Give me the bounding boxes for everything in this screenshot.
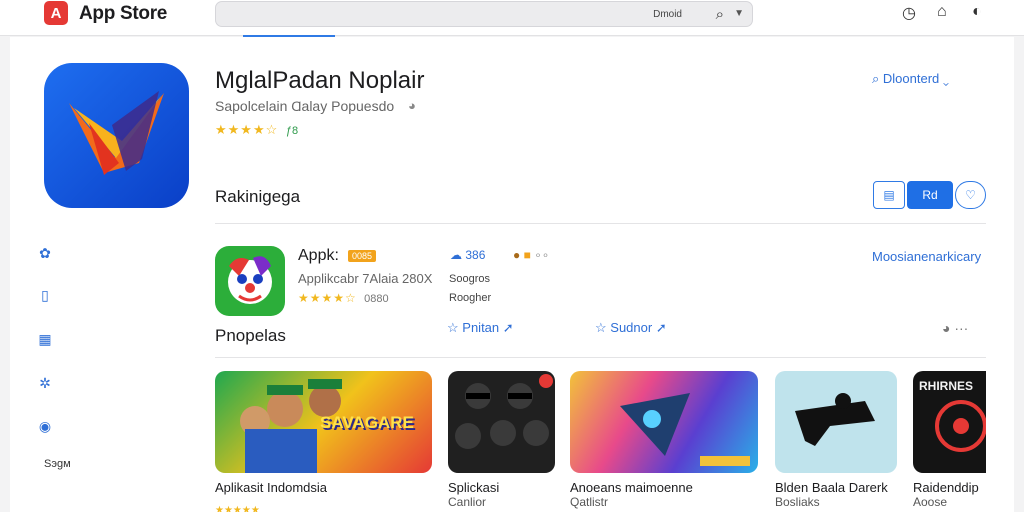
popular-card-4-subtitle: Bosliaks: [775, 495, 820, 509]
top-bar: A App Store Dmoid ⌕ ▼ ◷ ⌂ ◐: [0, 0, 1024, 36]
active-view-button[interactable]: Rd: [907, 181, 953, 209]
ranking-app-name[interactable]: Appk:: [298, 247, 339, 265]
rating-value: 0880: [364, 293, 389, 305]
cloud-icon: ☁: [450, 248, 466, 262]
star-rating: ★★★★☆: [215, 122, 279, 137]
app-store-logo[interactable]: A: [44, 1, 68, 25]
rating-value: ƒ8: [285, 125, 299, 137]
settings-icon[interactable]: ✲: [30, 375, 60, 392]
send-icon: ➚: [502, 320, 514, 335]
search-hint: Dmoid: [653, 9, 682, 20]
card-4-artwork: [795, 393, 875, 446]
theme-toggle-icon[interactable]: ◐: [972, 3, 982, 21]
meta-count-value: 386: [465, 248, 486, 262]
clown-app-logo: [228, 256, 272, 304]
popular-card-3-title[interactable]: Anoeans maimoenne: [570, 480, 693, 495]
verified-icon: ◕: [408, 98, 416, 113]
search-icon[interactable]: ⌕: [716, 6, 724, 23]
ranking-app-subtitle: Applikcabr 7Alaia 280X: [298, 271, 433, 286]
chevron-down-icon: ⌄: [942, 71, 950, 86]
featured-app-logo: [69, 91, 164, 175]
popular-card-5-subtitle: Aoose: [913, 495, 948, 509]
flower-icon[interactable]: ✿: [30, 245, 60, 262]
favorite-view-button[interactable]: ♡: [955, 181, 986, 209]
tag-icon: ■: [523, 248, 531, 262]
list-view-button[interactable]: ▤: [873, 181, 905, 209]
app-subtitle: Sapolcelain Ɑalay Popuesdo: [215, 98, 395, 114]
download-button[interactable]: ⌕ Dloonterd ⌄: [872, 71, 949, 87]
action-1-label: Pnitan: [462, 320, 500, 335]
popular-card-2[interactable]: [448, 371, 555, 473]
coin-icon: ●: [513, 248, 521, 262]
action-2-label: Sudnor: [610, 320, 653, 335]
ranking-more-link[interactable]: Moosianenarkicary: [872, 249, 981, 264]
rankings-title: Rakinigega: [215, 187, 301, 206]
search-icon: ⌕: [872, 71, 883, 86]
ranking-meta-line2: Roogher: [449, 292, 492, 304]
featured-app-icon[interactable]: [44, 63, 189, 208]
sidebar-footer-label[interactable]: Ѕэɡм: [44, 458, 71, 470]
card-3-artwork: [620, 393, 750, 466]
popular-card-5-title[interactable]: Raidenddip: [913, 480, 979, 495]
popular-title: Pnopelas: [215, 326, 286, 345]
star-rating: ★★★★★: [215, 505, 260, 512]
download-label: Dloonterd: [882, 71, 940, 86]
popular-card-1[interactable]: SAVAGARE: [215, 371, 432, 473]
popular-card-5[interactable]: RHIRNES: [913, 371, 986, 473]
popular-card-3-subtitle: Qatlistr: [570, 495, 609, 509]
ranking-meta-badges: ● ■ ∘∘: [513, 248, 549, 262]
grid-icon[interactable]: ▦: [30, 331, 60, 348]
section-divider: [215, 223, 986, 224]
more-options-icon[interactable]: ◕ ···: [942, 320, 968, 336]
section-divider: [215, 357, 986, 358]
history-icon[interactable]: ◷: [902, 3, 916, 23]
star-rating: ★★★★☆: [298, 291, 357, 305]
ranking-meta-line1: Soogros: [449, 273, 490, 285]
app-store-title: App Store: [79, 3, 168, 24]
search-bar[interactable]: Dmoid ⌕ ▼: [215, 1, 753, 27]
globe-icon[interactable]: ◉: [30, 418, 60, 435]
app-title: MglalPadan Noplair: [215, 67, 425, 94]
star-outline-icon: ☆: [447, 320, 463, 335]
ranking-action-1[interactable]: ☆ Pnitan ➚: [447, 320, 514, 336]
active-tab-indicator: [243, 35, 335, 37]
app-rating: ★★★★☆ ƒ8: [215, 122, 298, 138]
ranking-app-rating: ★★★★☆ 0880: [298, 291, 389, 305]
ranking-app-badge: 0085: [348, 250, 377, 262]
card-1-banner: SAVAGARE: [320, 413, 414, 432]
popular-card-4-title[interactable]: Blden Baala Darerk: [775, 480, 888, 495]
popular-card-2-title[interactable]: Splickasi: [448, 480, 499, 495]
card-5-banner: RHIRNES: [919, 379, 974, 393]
ranking-app-icon[interactable]: [215, 246, 285, 316]
home-icon[interactable]: ⌂: [937, 3, 947, 21]
popular-card-1-title[interactable]: Aplikasit Indomdsia: [215, 480, 327, 495]
clipboard-icon[interactable]: ▯: [30, 287, 60, 304]
card-2-artwork: [455, 374, 553, 449]
ranking-meta-count: ☁ 386: [450, 248, 485, 262]
ranking-action-2[interactable]: ☆ Sudnor ➚: [595, 320, 667, 336]
star-outline-icon: ☆: [595, 320, 611, 335]
chevron-down-icon[interactable]: ▼: [734, 8, 744, 19]
popular-card-2-subtitle: Canlior: [448, 495, 487, 509]
popular-card-4[interactable]: [775, 371, 897, 473]
send-icon: ➚: [655, 320, 667, 335]
popular-card-3[interactable]: [570, 371, 758, 473]
more-icon: ∘∘: [534, 248, 550, 262]
